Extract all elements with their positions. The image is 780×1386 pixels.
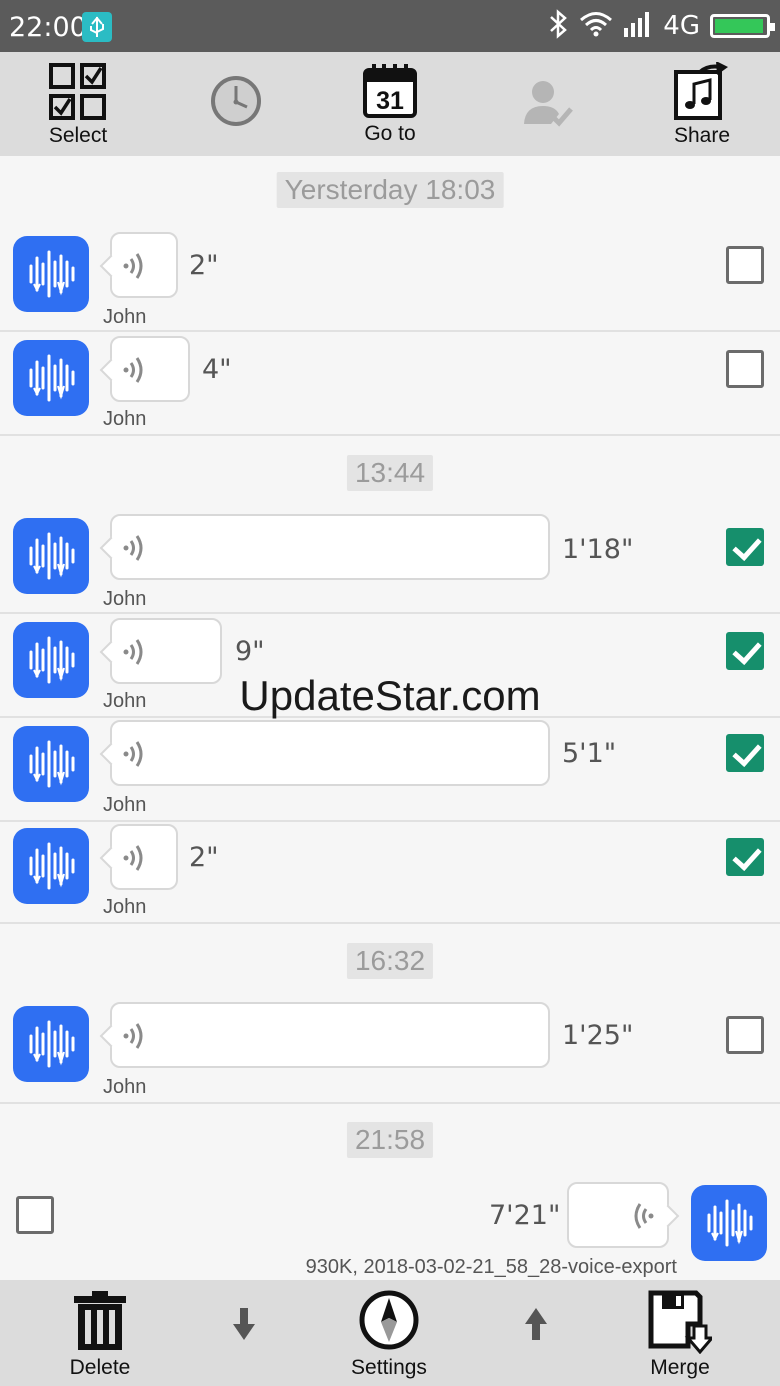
trash-icon bbox=[74, 1291, 126, 1350]
message-checkbox[interactable] bbox=[16, 1196, 54, 1234]
select-button[interactable]: Select bbox=[38, 52, 118, 156]
voice-duration: 7'21" bbox=[489, 1200, 561, 1231]
status-icons: 4G bbox=[547, 8, 775, 45]
top-toolbar: Select 31 Go to Share bbox=[0, 52, 780, 156]
sender-name: John bbox=[103, 588, 147, 610]
voice-app-icon bbox=[13, 518, 89, 594]
sound-wave-icon bbox=[122, 355, 150, 390]
message-checkbox[interactable] bbox=[726, 1016, 764, 1054]
message-row[interactable]: 1'18" John bbox=[0, 510, 780, 614]
goto-label: Go to bbox=[364, 122, 416, 145]
delete-button[interactable]: Delete bbox=[60, 1280, 140, 1386]
app-screen: 22:00 4G Select 31 Go to Share Yersterda… bbox=[0, 0, 780, 1386]
voice-duration: 5'1" bbox=[562, 738, 617, 769]
merge-button[interactable]: Merge bbox=[640, 1280, 720, 1386]
arrow-up-icon bbox=[525, 1308, 547, 1340]
sender-name: John bbox=[103, 408, 147, 430]
sender-name: John bbox=[103, 306, 147, 328]
voice-app-icon bbox=[13, 1006, 89, 1082]
battery-icon bbox=[710, 14, 775, 38]
arrow-down-icon bbox=[233, 1308, 255, 1340]
voice-bubble[interactable] bbox=[110, 1002, 550, 1068]
sender-name: John bbox=[103, 794, 147, 816]
sender-name: John bbox=[103, 1076, 147, 1098]
share-music-icon bbox=[674, 62, 728, 120]
sound-wave-icon bbox=[122, 843, 150, 878]
voice-duration: 2" bbox=[189, 842, 219, 873]
status-bar: 22:00 4G bbox=[0, 0, 780, 52]
voice-bubble[interactable] bbox=[110, 824, 178, 890]
message-row[interactable]: 1'25" John bbox=[0, 998, 780, 1104]
voice-duration: 1'18" bbox=[562, 534, 634, 565]
sound-wave-icon bbox=[122, 739, 150, 774]
message-row[interactable]: 2" John bbox=[0, 822, 780, 924]
message-checkbox[interactable] bbox=[726, 838, 764, 876]
sound-wave-icon bbox=[627, 1201, 655, 1236]
file-info: 930K, 2018-03-02-21_58_28-voice-export bbox=[305, 1256, 677, 1278]
user-check-icon bbox=[524, 81, 573, 127]
voice-bubble[interactable] bbox=[567, 1182, 669, 1248]
voice-app-icon bbox=[13, 828, 89, 904]
sound-wave-icon bbox=[122, 533, 150, 568]
goto-button[interactable]: 31 Go to bbox=[350, 52, 430, 156]
svg-text:31: 31 bbox=[376, 87, 404, 115]
timestamp-divider: Yersterday 18:03 bbox=[276, 172, 504, 208]
settings-label: Settings bbox=[351, 1356, 427, 1379]
message-checkbox[interactable] bbox=[726, 350, 764, 388]
message-row[interactable]: 5'1" John bbox=[0, 718, 780, 822]
move-up-button[interactable] bbox=[516, 1280, 556, 1386]
contact-verify-button[interactable] bbox=[518, 52, 578, 156]
timestamp-divider: 21:58 bbox=[346, 1122, 434, 1158]
save-merge-icon bbox=[648, 1290, 712, 1354]
battery-level bbox=[715, 19, 763, 33]
share-label: Share bbox=[673, 124, 731, 147]
merge-label: Merge bbox=[650, 1356, 710, 1379]
usb-icon bbox=[82, 12, 112, 42]
outgoing-message-row[interactable]: 7'21" 930K, 2018-03-02-21_58_28-voice-ex… bbox=[0, 1176, 780, 1280]
sound-wave-icon bbox=[122, 1021, 150, 1056]
status-time: 22:00 bbox=[9, 12, 87, 43]
signal-icon bbox=[623, 10, 653, 43]
sound-wave-icon bbox=[122, 251, 150, 286]
message-checkbox[interactable] bbox=[726, 528, 764, 566]
timestamp-divider: 13:44 bbox=[346, 455, 434, 491]
message-checkbox[interactable] bbox=[726, 632, 764, 670]
voice-duration: 2" bbox=[189, 250, 219, 281]
message-checkbox[interactable] bbox=[726, 246, 764, 284]
history-button[interactable] bbox=[207, 52, 265, 156]
voice-duration: 1'25" bbox=[562, 1020, 634, 1051]
voice-duration: 9" bbox=[235, 636, 265, 667]
compass-icon bbox=[359, 1290, 419, 1350]
watermark: UpdateStar.com bbox=[239, 672, 541, 719]
network-type: 4G bbox=[663, 11, 700, 41]
share-button[interactable]: Share bbox=[662, 52, 742, 156]
voice-bubble[interactable] bbox=[110, 514, 550, 580]
voice-bubble[interactable] bbox=[110, 336, 190, 402]
sound-wave-icon bbox=[122, 637, 150, 672]
voice-duration: 4" bbox=[202, 354, 232, 385]
voice-bubble[interactable] bbox=[110, 720, 550, 786]
clock-icon bbox=[211, 76, 261, 126]
message-row[interactable]: 4" John bbox=[0, 332, 780, 436]
voice-app-icon bbox=[13, 340, 89, 416]
settings-button[interactable]: Settings bbox=[339, 1280, 439, 1386]
calendar-icon: 31 bbox=[363, 64, 417, 118]
voice-app-icon bbox=[13, 726, 89, 802]
sender-name: John bbox=[103, 896, 147, 918]
delete-label: Delete bbox=[69, 1356, 131, 1379]
message-checkbox[interactable] bbox=[726, 734, 764, 772]
bottom-toolbar: Delete Settings Merge bbox=[0, 1280, 780, 1386]
voice-app-icon bbox=[691, 1185, 767, 1261]
message-row[interactable]: 2" John bbox=[0, 228, 780, 332]
move-down-button[interactable] bbox=[224, 1280, 264, 1386]
wifi-icon bbox=[579, 10, 613, 43]
bluetooth-icon bbox=[547, 8, 569, 45]
voice-bubble[interactable] bbox=[110, 232, 178, 298]
voice-app-icon bbox=[13, 236, 89, 312]
select-grid-icon bbox=[49, 63, 106, 120]
timestamp-divider: 16:32 bbox=[346, 943, 434, 979]
select-label: Select bbox=[48, 124, 108, 147]
